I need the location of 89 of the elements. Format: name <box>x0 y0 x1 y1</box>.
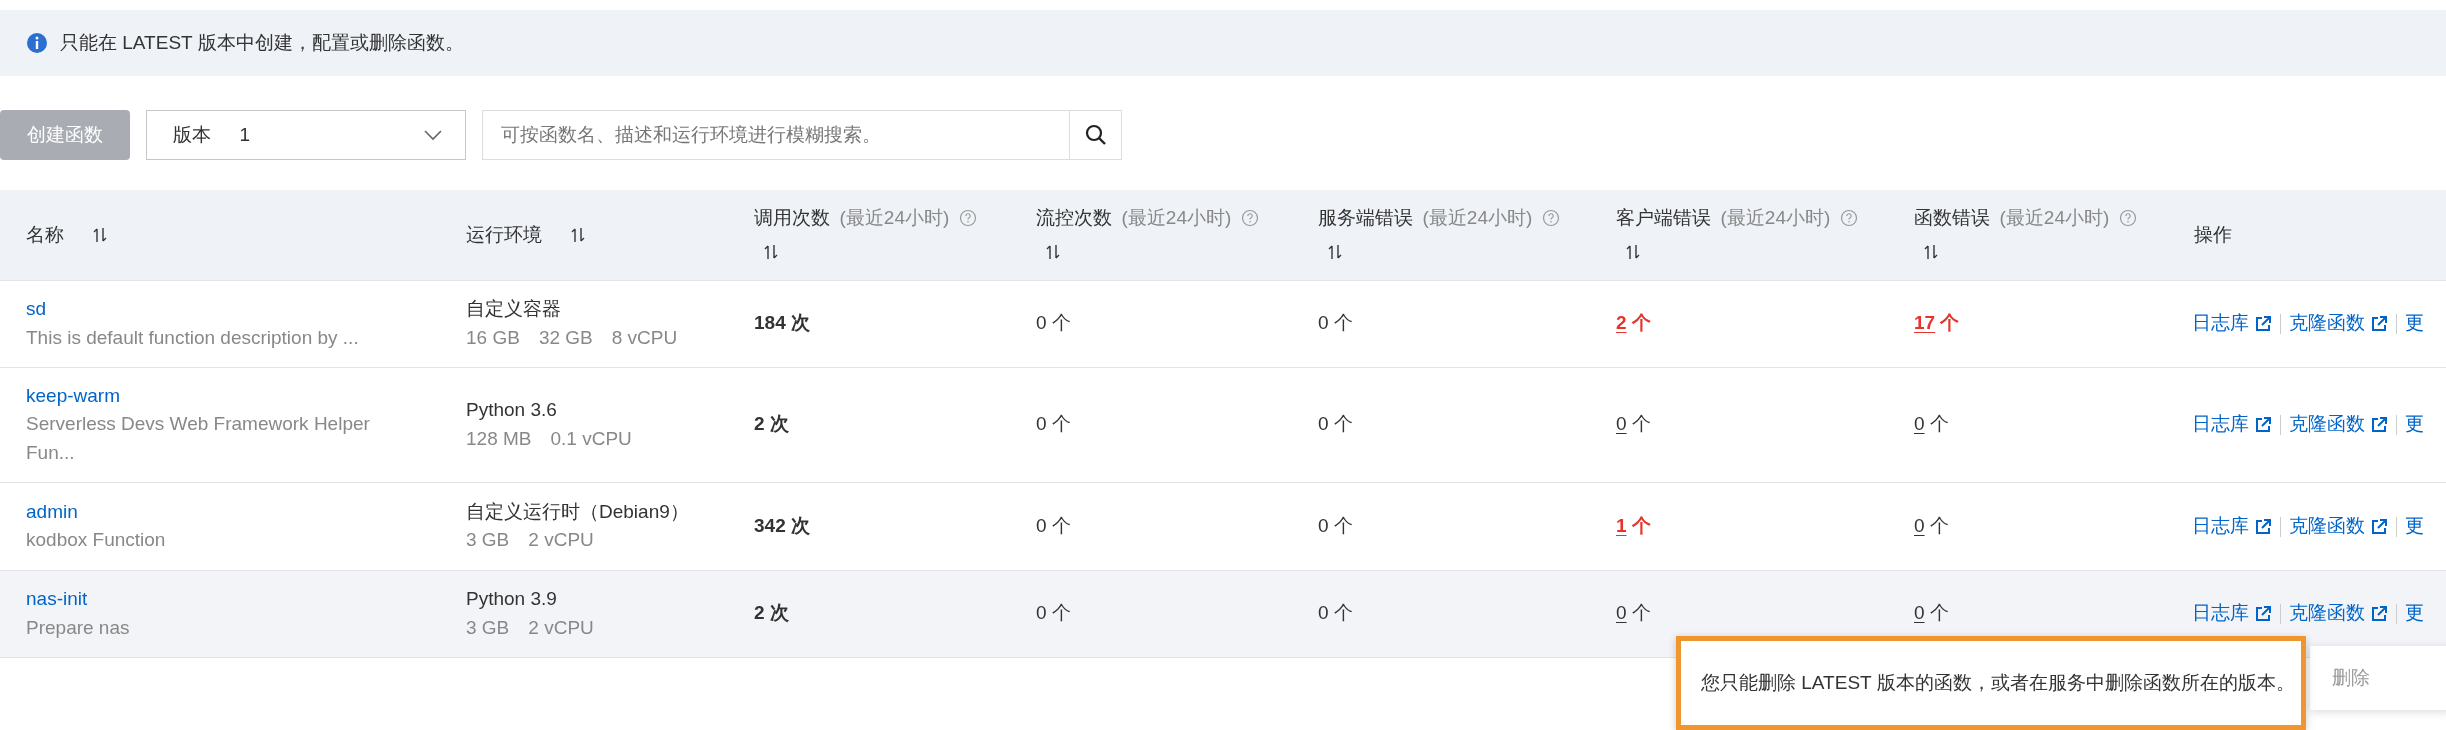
spec-text: 32 GB <box>538 325 593 350</box>
column-header: 函数错误 <box>1914 205 1990 230</box>
function-error-count[interactable]: 0 个 <box>1914 514 1949 536</box>
server-error-count: 0 个 <box>1318 602 1353 624</box>
spec-text: 3 GB <box>466 615 510 640</box>
spec-text: 0.1 vCPU <box>550 426 632 451</box>
action-link[interactable]: 日志库 <box>2192 514 2249 536</box>
external-link-icon[interactable] <box>2369 605 2388 624</box>
column-hint: (最近24小时) <box>1422 205 1533 230</box>
tooltip-text: 您只能删除 LATEST 版本的函数，或者在服务中删除函数所在的版本。 <box>1701 670 2295 695</box>
action-link[interactable]: 日志库 <box>2192 312 2249 334</box>
version-select[interactable]: 版本 1 <box>146 110 466 160</box>
function-name-link[interactable]: sd <box>26 298 47 319</box>
external-link-icon[interactable] <box>2253 416 2272 435</box>
column-header: 运行环境 <box>466 222 542 247</box>
more-link[interactable]: 更 <box>2404 413 2424 435</box>
throttle-count: 0 个 <box>1036 514 1071 536</box>
runtime-text: 自定义容器 <box>466 297 562 321</box>
sort-icon[interactable] <box>1625 244 1640 261</box>
sort-icon[interactable] <box>763 244 778 261</box>
action-link[interactable]: 日志库 <box>2192 602 2249 624</box>
throttle-count: 0 个 <box>1036 602 1071 624</box>
spec-text: 16 GB <box>466 325 520 350</box>
column-hint: (最近24小时) <box>1999 205 2110 230</box>
external-link-icon[interactable] <box>2253 605 2272 624</box>
spec-text: 3 GB <box>466 528 510 552</box>
server-error-count: 0 个 <box>1318 413 1353 435</box>
client-error-count[interactable]: 0 个 <box>1616 602 1651 624</box>
column-header: 流控次数 <box>1036 205 1112 230</box>
more-link[interactable]: 更 <box>2404 312 2424 334</box>
more-link[interactable]: 更 <box>2404 514 2424 536</box>
invocation-count: 2 次 <box>754 413 789 435</box>
sort-icon[interactable] <box>1923 244 1938 261</box>
notice-text: 只能在 LATEST 版本中创建，配置或删除函数。 <box>60 30 464 55</box>
action-link[interactable]: 克隆函数 <box>2288 514 2365 536</box>
function-error-count[interactable]: 0 个 <box>1914 602 1949 624</box>
column-hint: (最近24小时) <box>1720 205 1831 230</box>
function-error-count[interactable]: 17 个 <box>1914 312 1960 334</box>
invocation-count: 2 次 <box>754 602 789 624</box>
column-header: 操作 <box>2194 222 2232 247</box>
external-link-icon[interactable] <box>2369 517 2388 536</box>
chevron-down-icon[interactable] <box>423 129 443 141</box>
action-link[interactable]: 克隆函数 <box>2288 602 2365 624</box>
action-link[interactable]: 克隆函数 <box>2288 413 2365 435</box>
throttle-count: 0 个 <box>1036 312 1071 334</box>
column-hint: (最近24小时) <box>839 205 950 230</box>
sort-icon[interactable] <box>1045 244 1060 261</box>
invocation-count: 342 次 <box>754 514 810 536</box>
function-description: This is default function description by ... <box>26 325 360 350</box>
spec-text: 128 MB <box>466 426 532 451</box>
external-link-icon[interactable] <box>2253 517 2272 536</box>
spec-text: 2 vCPU <box>528 528 594 552</box>
spec-text: 2 vCPU <box>528 615 594 640</box>
server-error-count: 0 个 <box>1318 312 1353 334</box>
server-error-count: 0 个 <box>1318 514 1353 536</box>
info-icon <box>26 32 48 54</box>
external-link-icon[interactable] <box>2253 315 2272 334</box>
column-hint: (最近24小时) <box>1121 205 1232 230</box>
client-error-count[interactable]: 1 个 <box>1616 514 1651 536</box>
function-description: Serverless Devs Web Framework Helper Fun... <box>26 412 371 465</box>
function-name-link[interactable]: admin <box>26 500 78 522</box>
sort-icon[interactable] <box>1327 244 1342 261</box>
sort-icon[interactable] <box>570 227 585 244</box>
runtime-text: 自定义运行时（Debian9） <box>466 499 690 524</box>
spec-text: 8 vCPU <box>611 325 678 350</box>
column-header: 名称 <box>26 222 64 247</box>
function-name-link[interactable]: nas-init <box>26 588 88 609</box>
function-description: Prepare nas <box>26 615 131 640</box>
invocation-count: 184 次 <box>754 312 810 334</box>
function-error-count[interactable]: 0 个 <box>1914 413 1949 435</box>
external-link-icon[interactable] <box>2369 416 2388 435</box>
runtime-text: Python 3.9 <box>466 587 558 611</box>
column-header: 客户端错误 <box>1616 205 1711 230</box>
action-link[interactable]: 克隆函数 <box>2288 312 2365 334</box>
external-link-icon[interactable] <box>2369 315 2388 334</box>
function-description: kodbox Function <box>26 528 167 552</box>
client-error-count[interactable]: 2 个 <box>1616 312 1651 334</box>
action-link[interactable]: 日志库 <box>2192 413 2249 435</box>
function-name-link[interactable]: keep-warm <box>26 384 120 406</box>
search-field[interactable]: 可按函数名、描述和运行环境进行模糊搜索。 <box>482 110 1070 160</box>
column-header: 调用次数 <box>754 205 830 230</box>
sort-icon[interactable] <box>92 227 107 244</box>
more-link[interactable]: 更 <box>2404 602 2424 624</box>
column-header: 服务端错误 <box>1318 205 1413 230</box>
runtime-text: Python 3.6 <box>466 398 558 422</box>
throttle-count: 0 个 <box>1036 413 1071 435</box>
search-icon[interactable] <box>1084 124 1107 146</box>
search-button[interactable] <box>1070 110 1122 160</box>
client-error-count[interactable]: 0 个 <box>1616 413 1651 435</box>
